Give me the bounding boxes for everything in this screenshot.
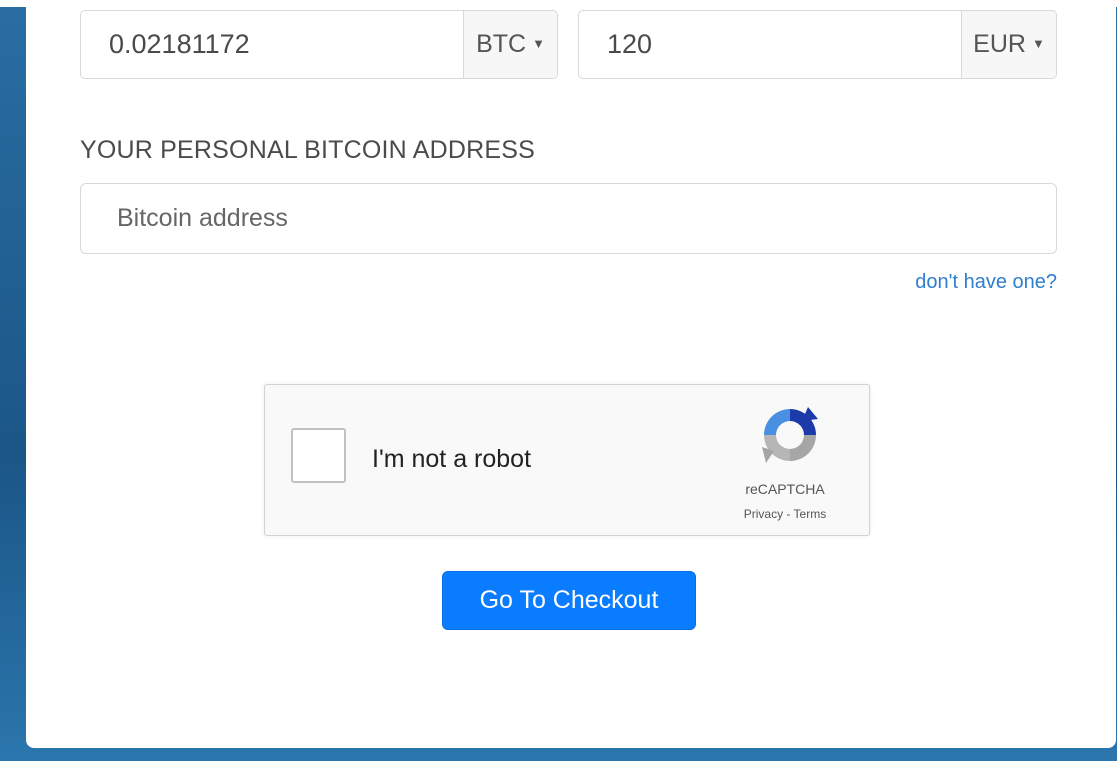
- caret-down-icon: ▼: [1031, 36, 1045, 51]
- address-label: YOUR PERSONAL BITCOIN ADDRESS: [80, 136, 535, 164]
- recaptcha-logo-icon: [762, 407, 818, 463]
- bitcoin-address-input[interactable]: [80, 183, 1057, 254]
- fiat-currency-label: EUR: [973, 30, 1026, 58]
- checkout-card: [26, 0, 1116, 748]
- crypto-currency-label: BTC: [476, 30, 527, 58]
- captcha-checkbox[interactable]: [291, 428, 346, 483]
- fiat-amount-input[interactable]: [579, 11, 961, 78]
- caret-down-icon: ▼: [532, 36, 545, 51]
- crypto-amount-input[interactable]: [81, 11, 463, 78]
- captcha-brand: reCAPTCHA: [745, 481, 825, 497]
- recaptcha-widget: I'm not a robot reCAPTCHA Privacy - Term…: [264, 384, 870, 536]
- crypto-amount-group: BTC ▼: [80, 10, 558, 79]
- fiat-currency-dropdown[interactable]: EUR ▼: [961, 11, 1056, 78]
- dont-have-address-link[interactable]: don't have one?: [915, 271, 1057, 294]
- crypto-currency-dropdown[interactable]: BTC ▼: [463, 11, 557, 78]
- fiat-amount-group: EUR ▼: [578, 10, 1057, 79]
- captcha-terms[interactable]: Privacy - Terms: [724, 507, 846, 521]
- go-to-checkout-button[interactable]: Go To Checkout: [442, 571, 696, 630]
- captcha-label: I'm not a robot: [372, 445, 532, 473]
